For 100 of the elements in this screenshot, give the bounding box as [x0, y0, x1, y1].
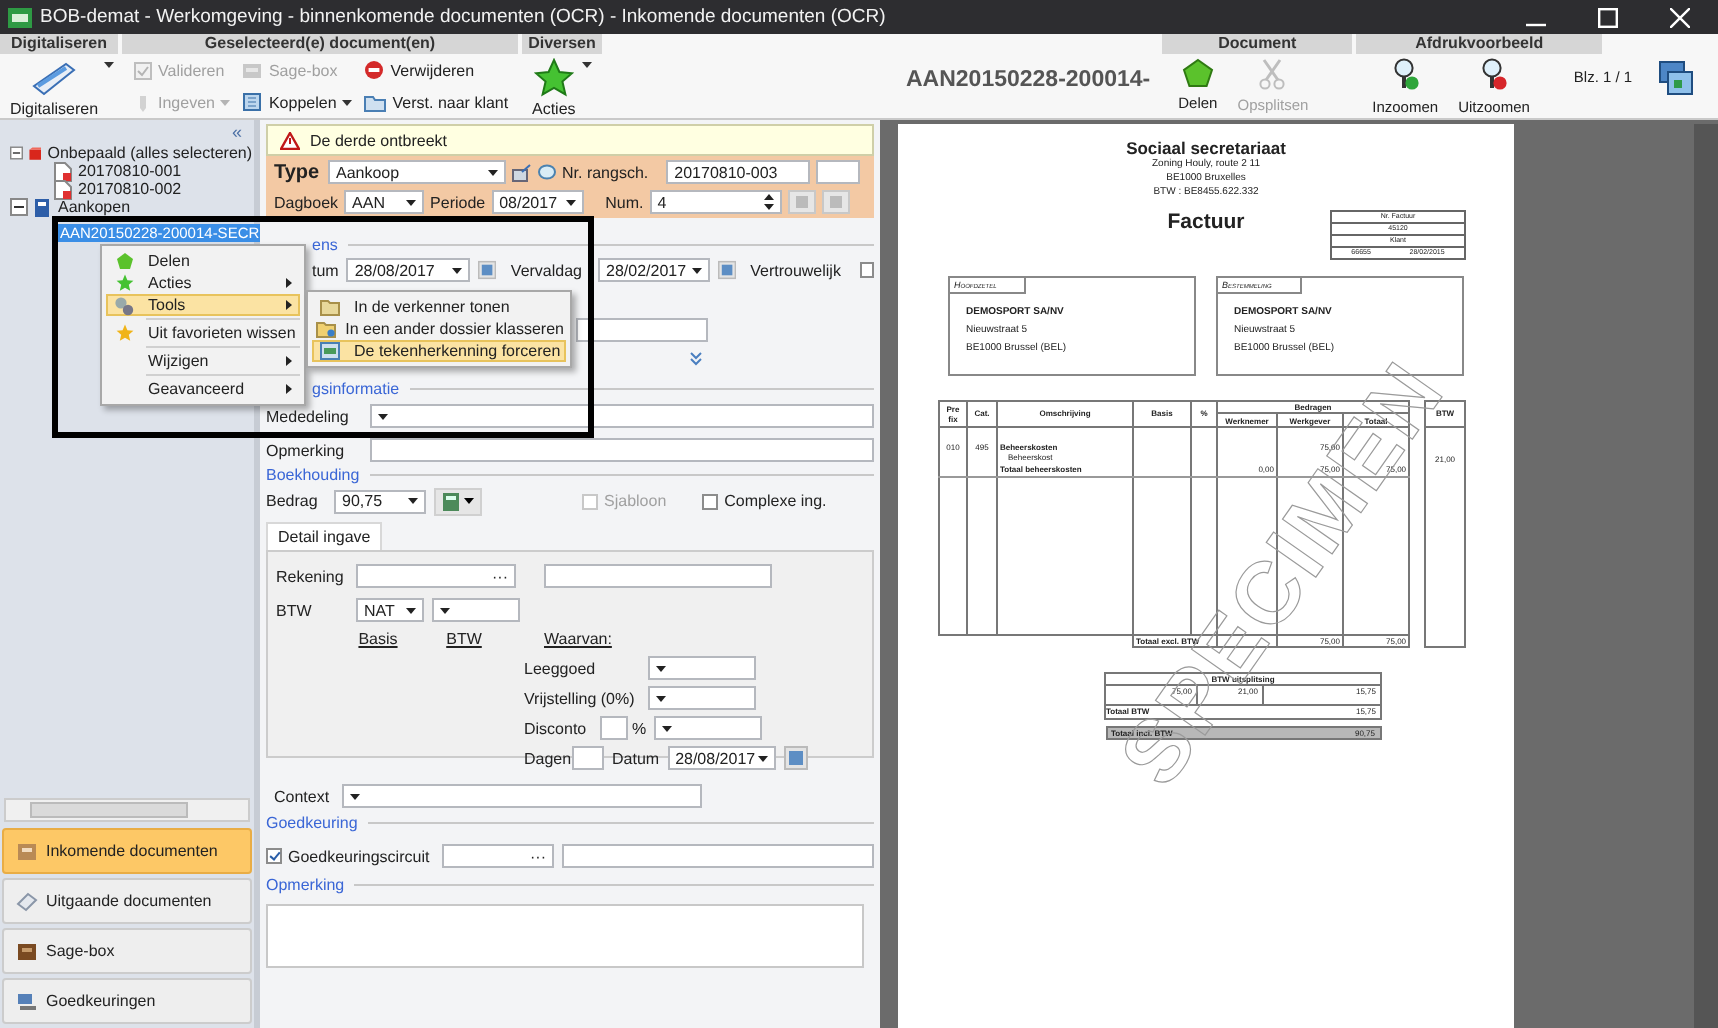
scanner-icon — [30, 58, 79, 98]
checkbox[interactable] — [860, 262, 874, 278]
menu-item[interactable]: Tools — [106, 294, 300, 316]
calendar-icon[interactable] — [718, 258, 737, 282]
scrollbar[interactable] — [4, 798, 250, 822]
discount-field[interactable] — [600, 716, 628, 740]
group-header: Document — [1162, 34, 1353, 54]
vat-dropdown[interactable]: NAT — [356, 598, 424, 622]
actions-button[interactable]: Acties — [522, 54, 582, 118]
invoice-heading: Factuur — [1167, 210, 1245, 238]
spinner-icon — [763, 194, 774, 210]
caret-icon — [378, 413, 388, 419]
input-field[interactable] — [816, 160, 861, 184]
folder-icon — [364, 93, 387, 111]
tree-item[interactable]: 20170810-001 — [76, 162, 184, 180]
field-label: Num. — [605, 193, 644, 211]
context-dropdown[interactable] — [342, 784, 702, 808]
menu-item[interactable]: Delen — [106, 250, 300, 272]
pentagon-icon — [1181, 58, 1214, 88]
document-scan-icon — [320, 342, 340, 360]
section-heading: gsinformatie — [312, 380, 400, 398]
remark-textarea[interactable] — [266, 904, 864, 968]
field-label: Dagboek — [274, 193, 339, 211]
input-field[interactable] — [544, 564, 772, 588]
pentagon-icon — [115, 252, 133, 270]
check-icon — [134, 61, 152, 79]
input-field[interactable] — [576, 318, 708, 342]
submenu-arrow-icon — [286, 384, 292, 394]
edit-icon[interactable] — [512, 163, 532, 181]
tree-item[interactable]: Onbepaald (alles selecteren) — [45, 144, 254, 162]
tree-item[interactable]: 20170810-002 — [76, 180, 184, 198]
folder-search-icon — [320, 298, 340, 316]
warning-text: De derde ontbreekt — [310, 131, 447, 149]
document-title: AAN20150228-200014- — [906, 66, 1151, 94]
copy-icon[interactable] — [821, 190, 850, 214]
days-field[interactable] — [572, 746, 604, 770]
chat-icon[interactable] — [538, 163, 556, 181]
copy-icon[interactable] — [787, 190, 816, 214]
expander-icon[interactable] — [10, 198, 28, 216]
complex-entry-checkbox[interactable]: Complexe ing. — [702, 492, 827, 510]
window-icon[interactable] — [1658, 60, 1694, 96]
message-dropdown[interactable] — [370, 404, 874, 428]
exemption-dropdown[interactable] — [648, 686, 756, 710]
field-label: Datum — [612, 749, 660, 767]
date-dropdown[interactable]: 28/08/2017 — [346, 258, 471, 282]
period-dropdown[interactable]: 08/2017 — [491, 190, 584, 214]
caret-icon — [565, 199, 576, 205]
menu-item[interactable]: Uit favorieten wissen — [106, 322, 300, 344]
account-field[interactable]: ··· — [356, 564, 516, 588]
field-label: Disconto — [524, 719, 589, 737]
journal-dropdown[interactable]: AAN — [344, 190, 425, 214]
module-button[interactable]: Sage-box — [2, 928, 252, 974]
module-button[interactable]: Goedkeuringen — [2, 978, 252, 1024]
due-date-dropdown[interactable]: 28/02/2017 — [598, 258, 711, 282]
collapse-button[interactable]: « — [231, 120, 242, 144]
vat-dropdown[interactable] — [432, 598, 520, 622]
deposit-dropdown[interactable] — [648, 656, 756, 680]
field-label: Context — [274, 787, 332, 805]
type-dropdown[interactable]: Aankoop — [328, 160, 506, 184]
input-field[interactable] — [562, 844, 874, 868]
menu-item[interactable]: Wijzigen — [106, 350, 300, 372]
delete-icon — [364, 60, 385, 80]
link-button[interactable]: Koppelen — [242, 88, 353, 116]
date-dropdown[interactable]: 28/08/2017 — [667, 746, 776, 770]
star-icon — [115, 324, 133, 342]
menu-item[interactable]: De tekenherkenning forceren — [312, 340, 566, 362]
calculator-button[interactable] — [434, 487, 482, 515]
send-to-client-button[interactable]: Verst. naar klant — [364, 88, 509, 116]
caret-icon[interactable] — [104, 62, 115, 68]
discount-dropdown[interactable] — [654, 716, 763, 740]
calendar-icon[interactable] — [783, 746, 808, 770]
menu-item[interactable]: Geavanceerd — [106, 378, 300, 400]
menu-item[interactable]: In een ander dossier klasseren — [312, 318, 566, 340]
module-button[interactable]: Inkomende documenten — [2, 828, 252, 874]
zoom-out-icon — [1479, 58, 1508, 92]
scan-button[interactable]: Digitaliseren — [0, 54, 105, 118]
remark-field[interactable] — [370, 438, 874, 462]
gears-icon — [114, 295, 134, 315]
number-field[interactable]: 20170810-003 — [666, 160, 811, 184]
field-label: Vervaldag — [510, 261, 583, 279]
approval-circuit-field[interactable]: ··· — [442, 844, 554, 868]
column-label: BTW — [444, 630, 484, 648]
number-spinner[interactable]: 4 — [649, 190, 782, 214]
caret-icon — [488, 169, 498, 175]
column-label: Basis — [356, 630, 400, 648]
close-button[interactable] — [1670, 7, 1690, 27]
calendar-icon[interactable] — [478, 258, 497, 282]
star-icon — [533, 58, 574, 98]
delete-button[interactable]: Verwijderen — [364, 56, 509, 84]
tree-item[interactable]: Aankopen — [56, 198, 133, 216]
maximize-button[interactable] — [1598, 7, 1618, 27]
approval-checkbox[interactable]: Goedkeuringscircuit — [266, 847, 434, 865]
menu-item[interactable]: Acties — [106, 272, 300, 294]
menu-item[interactable]: In de verkenner tonen — [312, 296, 566, 318]
caret-icon — [342, 99, 353, 105]
amount-dropdown[interactable]: 90,75 — [334, 489, 426, 513]
tab[interactable]: Detail ingave — [266, 522, 383, 550]
module-button[interactable]: Uitgaande documenten — [2, 878, 252, 924]
expand-icon[interactable] — [690, 352, 702, 366]
caret-icon[interactable] — [581, 62, 592, 68]
